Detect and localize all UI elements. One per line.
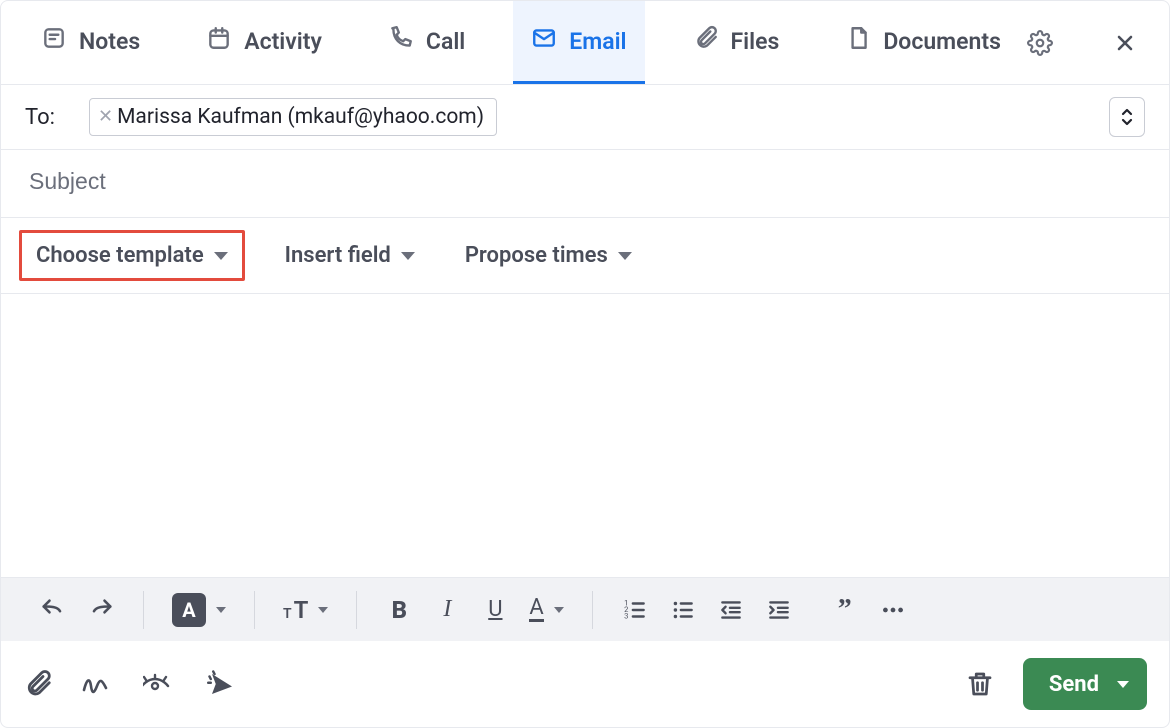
font-size-icon: TT (283, 596, 308, 624)
tab-label: Email (569, 28, 626, 55)
calendar-icon (206, 25, 232, 57)
subject-input[interactable] (29, 168, 1141, 195)
email-compose-panel: Notes Activity Call Email Files (0, 0, 1170, 728)
tab-label: Notes (79, 28, 140, 55)
propose-times-dropdown[interactable]: Propose times (455, 233, 642, 278)
document-icon (845, 25, 871, 57)
propose-times-label: Propose times (465, 243, 608, 268)
to-label: To: (25, 105, 69, 130)
tab-label: Activity (244, 28, 322, 55)
font-style-dropdown[interactable]: A (166, 590, 232, 630)
choose-template-label: Choose template (36, 243, 204, 268)
quote-button[interactable]: ” (825, 590, 865, 630)
caret-down-icon (554, 607, 564, 613)
visibility-button[interactable] (143, 669, 177, 699)
caret-down-icon (214, 252, 228, 260)
insert-field-dropdown[interactable]: Insert field (275, 233, 425, 278)
email-icon (531, 25, 557, 57)
email-body-editor[interactable] (1, 294, 1169, 577)
tab-documents[interactable]: Documents (827, 1, 1019, 84)
bold-button[interactable]: B (379, 590, 419, 630)
bottom-action-bar: Send (1, 641, 1169, 727)
tab-bar: Notes Activity Call Email Files (1, 1, 1169, 85)
caret-down-icon (318, 607, 328, 613)
recipient-text: Marissa Kaufman (mkauf@yhaoo.com) (117, 105, 484, 129)
tab-email[interactable]: Email (513, 1, 644, 84)
undo-button[interactable] (33, 590, 73, 630)
tab-label: Call (426, 28, 465, 55)
insert-field-label: Insert field (285, 243, 391, 268)
tab-label: Files (731, 28, 780, 55)
to-row: To: ✕ Marissa Kaufman (mkauf@yhaoo.com) (1, 85, 1169, 150)
bullet-list-button[interactable] (663, 590, 703, 630)
compose-options-bar: Choose template Insert field Propose tim… (1, 218, 1169, 294)
recipient-chip[interactable]: ✕ Marissa Kaufman (mkauf@yhaoo.com) (89, 98, 497, 136)
outdent-button[interactable] (711, 590, 751, 630)
redo-button[interactable] (81, 590, 121, 630)
text-color-dropdown[interactable]: A (523, 590, 569, 630)
font-icon: A (172, 593, 206, 627)
numbered-list-button[interactable]: 123 (615, 590, 655, 630)
caret-down-icon (618, 252, 632, 260)
expand-recipients-button[interactable] (1109, 97, 1145, 137)
format-toolbar: A TT B I U A 123 (1, 577, 1169, 641)
remove-recipient-icon[interactable]: ✕ (98, 108, 113, 126)
more-format-button[interactable] (873, 590, 913, 630)
caret-down-icon (216, 607, 226, 613)
phone-icon (388, 25, 414, 57)
signature-button[interactable] (81, 669, 115, 699)
caret-down-icon (401, 252, 415, 260)
notes-icon (41, 25, 67, 57)
tab-label: Documents (883, 28, 1001, 55)
send-button[interactable]: Send (1023, 658, 1147, 710)
paperclip-icon (693, 25, 719, 57)
underline-button[interactable]: U (475, 590, 515, 630)
svg-text:3: 3 (624, 611, 628, 620)
caret-down-icon (1117, 681, 1129, 688)
choose-template-dropdown[interactable]: Choose template (19, 230, 245, 281)
font-size-dropdown[interactable]: TT (277, 590, 334, 630)
tab-activity[interactable]: Activity (188, 1, 340, 84)
gear-icon[interactable] (1027, 30, 1053, 56)
text-color-icon: A (529, 597, 543, 622)
delete-button[interactable] (965, 669, 995, 699)
attach-button[interactable] (23, 669, 53, 699)
tab-files[interactable]: Files (675, 1, 798, 84)
indent-button[interactable] (759, 590, 799, 630)
send-label: Send (1049, 672, 1099, 697)
tab-call[interactable]: Call (370, 1, 483, 84)
smart-send-button[interactable] (205, 669, 239, 699)
close-icon[interactable] (1113, 31, 1137, 55)
italic-button[interactable]: I (427, 590, 467, 630)
tab-notes[interactable]: Notes (23, 1, 158, 84)
subject-row (1, 150, 1169, 218)
